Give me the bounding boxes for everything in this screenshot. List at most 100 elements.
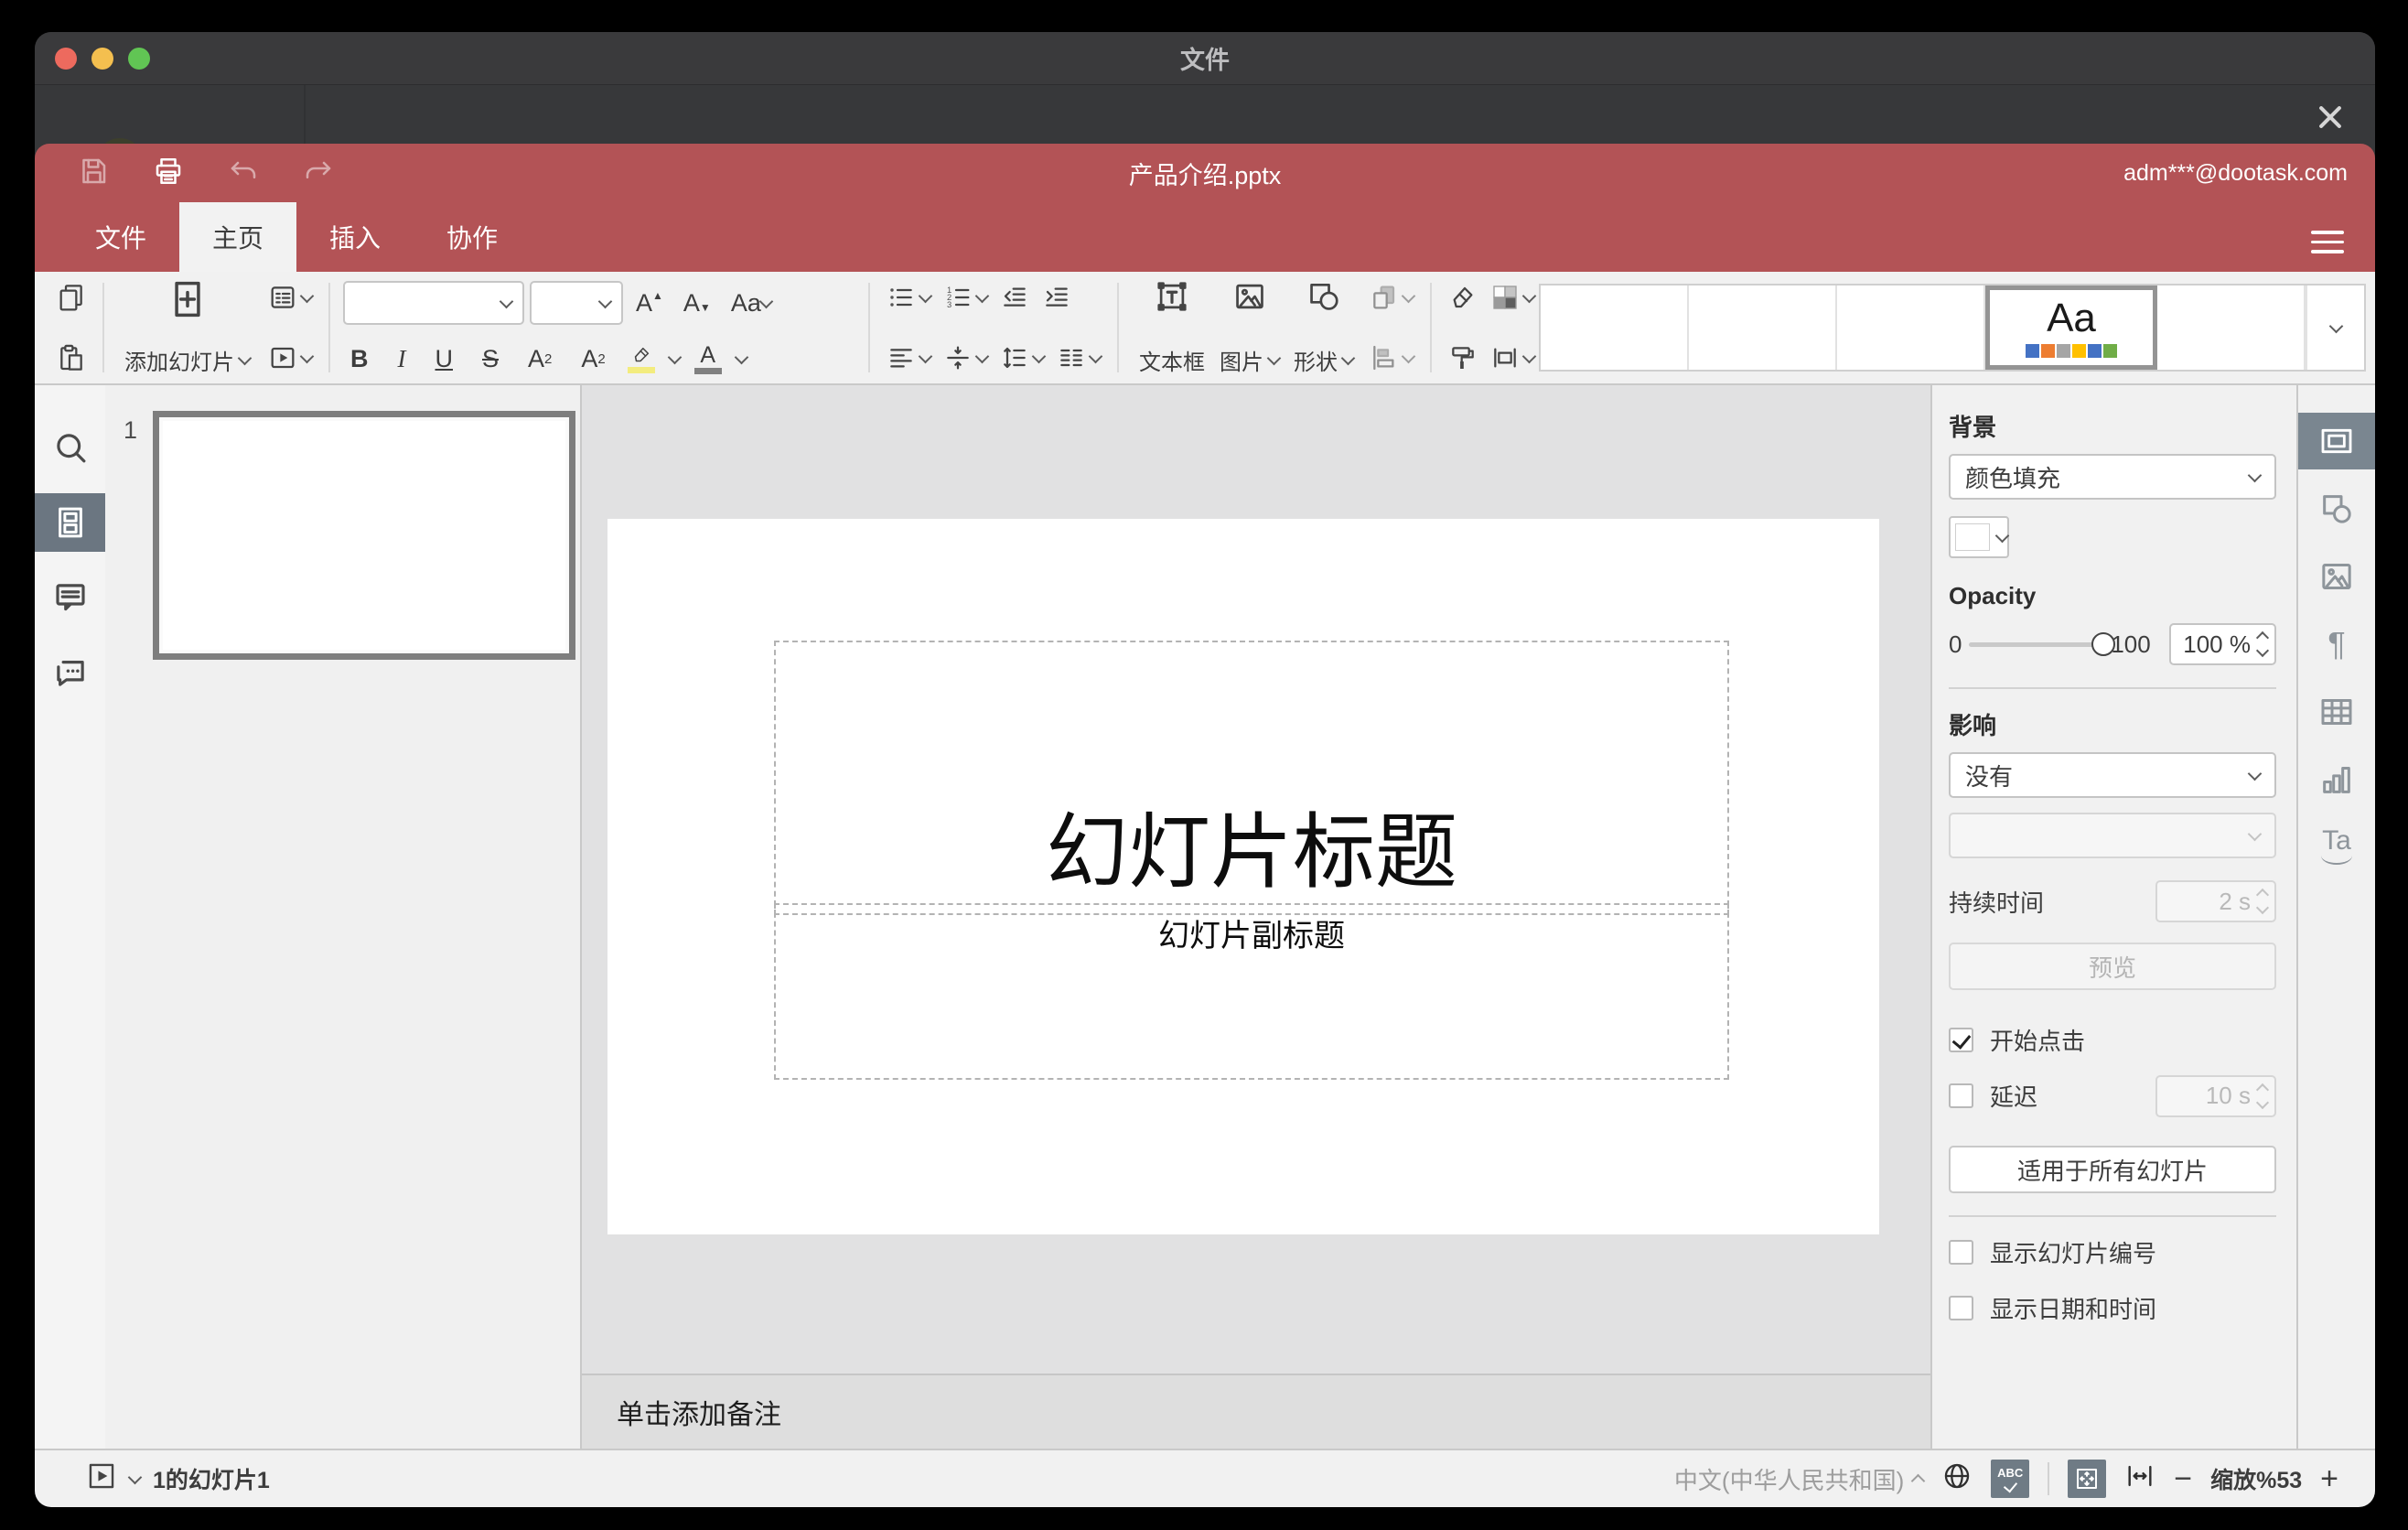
paste-button[interactable] bbox=[53, 341, 90, 374]
tab-home[interactable]: 主页 bbox=[179, 202, 297, 272]
color-scheme-button[interactable] bbox=[1487, 281, 1538, 314]
clear-style-button[interactable] bbox=[1445, 281, 1481, 314]
columns-button[interactable] bbox=[1053, 341, 1104, 374]
theme-gallery-expand-button[interactable] bbox=[2306, 286, 2364, 370]
chevron-up-icon[interactable] bbox=[2255, 630, 2270, 645]
underline-button[interactable]: U bbox=[428, 345, 461, 373]
strikethrough-button[interactable]: S bbox=[475, 345, 506, 373]
font-size-select[interactable] bbox=[530, 281, 623, 325]
bold-button[interactable]: B bbox=[343, 345, 376, 373]
table-settings-icon[interactable] bbox=[2298, 684, 2375, 740]
align-objects-button[interactable] bbox=[1366, 341, 1417, 374]
change-case-button[interactable]: Aa bbox=[724, 289, 779, 318]
theme-option-selected[interactable]: Aa bbox=[1985, 286, 2157, 370]
menu-icon[interactable] bbox=[2311, 224, 2344, 260]
background-color-picker[interactable] bbox=[1949, 516, 2010, 558]
slide-canvas[interactable]: 幻灯片标题 幻灯片副标题 bbox=[607, 519, 1879, 1234]
insert-textbox-button[interactable]: 文本框 bbox=[1132, 277, 1212, 378]
increase-indent-button[interactable] bbox=[1038, 281, 1075, 314]
spellcheck-icon[interactable]: ABC bbox=[1991, 1460, 2030, 1498]
horizontal-align-button[interactable] bbox=[883, 341, 934, 374]
chat-icon[interactable] bbox=[35, 643, 105, 702]
effect-select[interactable]: 没有 bbox=[1949, 752, 2276, 798]
slide-size-button[interactable] bbox=[1487, 341, 1538, 374]
theme-option[interactable] bbox=[2157, 286, 2306, 370]
slide-thumbnail[interactable] bbox=[153, 411, 575, 660]
tab-insert[interactable]: 插入 bbox=[296, 202, 414, 272]
language-selector[interactable]: 中文(中华人民共和国) bbox=[1674, 1462, 1926, 1496]
fit-to-slide-icon[interactable] bbox=[2068, 1460, 2107, 1498]
effect-type-select[interactable] bbox=[1949, 813, 2276, 858]
notes-area[interactable]: 单击添加备注 bbox=[582, 1374, 1930, 1449]
add-slide-button[interactable]: 添加幻灯片 bbox=[117, 277, 257, 378]
editing-canvas[interactable]: 幻灯片标题 幻灯片副标题 bbox=[582, 385, 1930, 1374]
chevron-down-icon[interactable] bbox=[2255, 643, 2270, 658]
zoom-in-button[interactable]: + bbox=[2320, 1463, 2338, 1494]
highlight-color-button[interactable] bbox=[627, 346, 655, 373]
theme-option[interactable] bbox=[1541, 286, 1689, 370]
chevron-down-icon[interactable] bbox=[734, 350, 749, 365]
image-settings-icon[interactable] bbox=[2298, 548, 2375, 605]
apply-to-all-slides-button[interactable]: 适用于所有幻灯片 bbox=[1949, 1146, 2276, 1193]
insert-image-button[interactable]: 图片 bbox=[1212, 277, 1286, 378]
opacity-slider[interactable] bbox=[1969, 631, 2116, 656]
fit-to-width-icon[interactable] bbox=[2124, 1460, 2155, 1498]
start-on-click-checkbox[interactable] bbox=[1949, 1028, 1973, 1052]
show-slide-number-label: 显示幻灯片编号 bbox=[1990, 1240, 2157, 1267]
zoom-traffic-icon[interactable] bbox=[128, 47, 150, 70]
subscript-button[interactable]: A2 bbox=[574, 345, 612, 373]
bullets-button[interactable] bbox=[883, 281, 934, 314]
increase-font-button[interactable]: A ▲ bbox=[629, 289, 671, 318]
slide-settings-icon[interactable] bbox=[2298, 413, 2375, 469]
preview-button[interactable]: 预览 bbox=[1949, 943, 2276, 990]
tab-file[interactable]: 文件 bbox=[62, 202, 179, 272]
font-name-select[interactable] bbox=[343, 281, 524, 325]
subtitle-placeholder[interactable]: 幻灯片副标题 bbox=[774, 903, 1729, 1080]
start-on-click-label: 开始点击 bbox=[1990, 1028, 2086, 1055]
copy-button[interactable] bbox=[53, 281, 90, 314]
font-color-button[interactable]: A bbox=[693, 344, 722, 374]
statusbar: 1的幻灯片1 中文(中华人民共和国) ABC − 缩放%53 + bbox=[35, 1449, 2375, 1507]
comments-icon[interactable] bbox=[35, 568, 105, 627]
chevron-down-icon bbox=[299, 349, 315, 363]
show-date-time-checkbox[interactable] bbox=[1949, 1296, 1973, 1320]
superscript-button[interactable]: A2 bbox=[521, 345, 559, 373]
paragraph-settings-icon[interactable]: ¶ bbox=[2298, 616, 2375, 673]
background-fill-select[interactable]: 颜色填充 bbox=[1949, 454, 2276, 500]
numbering-button[interactable]: 123 bbox=[940, 281, 991, 314]
copy-style-button[interactable] bbox=[1445, 341, 1481, 374]
slider-knob[interactable] bbox=[2091, 631, 2116, 656]
change-layout-button[interactable] bbox=[264, 281, 316, 314]
titlebar: 文件 bbox=[35, 32, 2375, 85]
line-spacing-button[interactable] bbox=[996, 341, 1048, 374]
close-traffic-icon[interactable] bbox=[55, 47, 77, 70]
start-slideshow-button[interactable] bbox=[264, 341, 316, 374]
shape-settings-icon[interactable] bbox=[2298, 480, 2375, 537]
minimize-traffic-icon[interactable] bbox=[91, 47, 113, 70]
duration-spinner[interactable]: 2 s bbox=[2155, 880, 2276, 922]
chart-settings-icon[interactable] bbox=[2298, 751, 2375, 808]
italic-button[interactable]: I bbox=[391, 345, 414, 373]
arrange-objects-button[interactable] bbox=[1366, 281, 1417, 314]
chevron-down-icon[interactable] bbox=[667, 350, 683, 365]
vertical-align-button[interactable] bbox=[940, 341, 991, 374]
zoom-out-button[interactable]: − bbox=[2174, 1463, 2192, 1494]
show-slide-number-checkbox[interactable] bbox=[1949, 1240, 1973, 1265]
insert-shape-button[interactable]: 形状 bbox=[1286, 277, 1360, 378]
slides-panel-icon[interactable] bbox=[35, 493, 105, 552]
title-placeholder[interactable]: 幻灯片标题 bbox=[774, 641, 1729, 915]
theme-option[interactable] bbox=[1689, 286, 1837, 370]
search-icon[interactable] bbox=[35, 418, 105, 477]
close-icon[interactable] bbox=[2315, 102, 2346, 133]
decrease-font-button[interactable]: A ▼ bbox=[676, 289, 718, 318]
decrease-indent-button[interactable] bbox=[996, 281, 1033, 314]
set-language-icon[interactable] bbox=[1941, 1460, 1973, 1498]
text-art-settings-icon[interactable]: Ta bbox=[2298, 819, 2375, 876]
tab-collaboration[interactable]: 协作 bbox=[414, 202, 531, 272]
start-slideshow-status-icon[interactable] bbox=[86, 1460, 117, 1498]
theme-option[interactable] bbox=[1837, 286, 1985, 370]
delay-spinner[interactable]: 10 s bbox=[2155, 1074, 2276, 1117]
delay-checkbox[interactable] bbox=[1949, 1083, 1973, 1108]
chevron-down-icon[interactable] bbox=[127, 1470, 143, 1484]
opacity-spinner[interactable]: 100 % bbox=[2168, 623, 2276, 665]
